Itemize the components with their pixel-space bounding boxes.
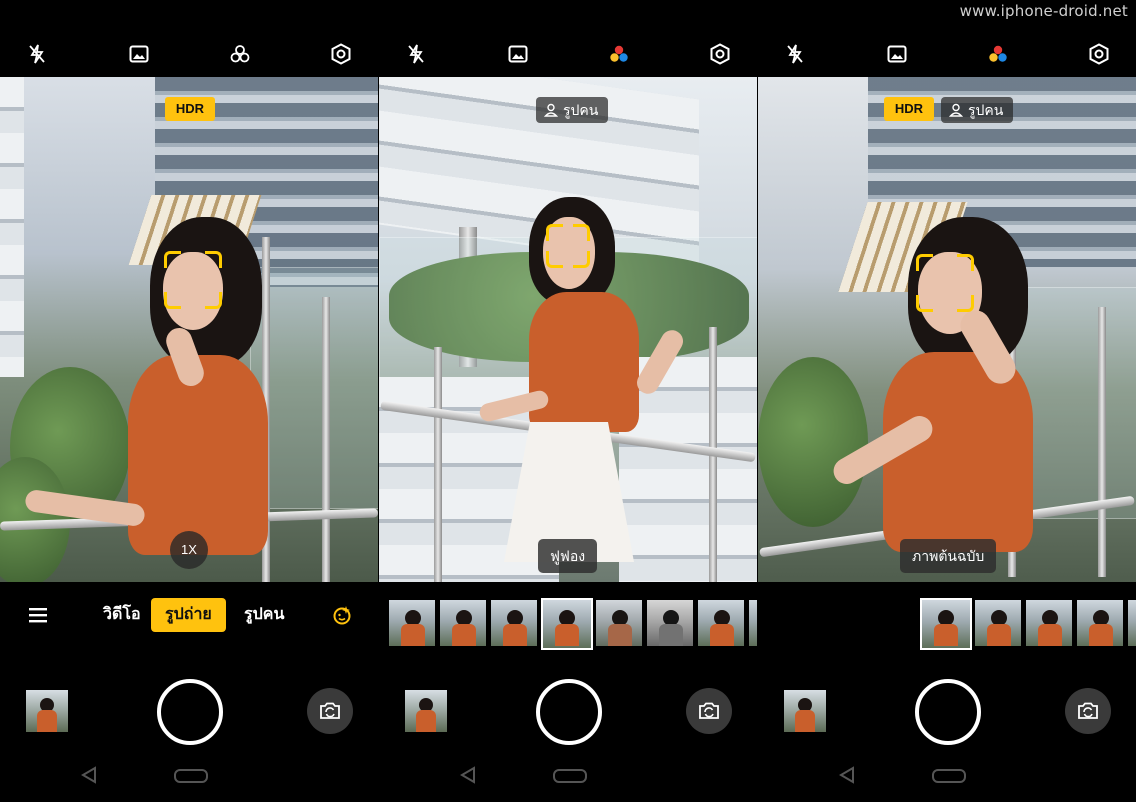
- settings-ring-icon[interactable]: [1081, 36, 1117, 72]
- image-icon[interactable]: [500, 36, 536, 72]
- filter-strip[interactable]: [379, 598, 757, 650]
- filter-thumb[interactable]: [1128, 600, 1136, 646]
- flash-off-icon[interactable]: [19, 36, 55, 72]
- filter-thumb[interactable]: [596, 600, 642, 646]
- hdr-badge[interactable]: HDR: [884, 97, 934, 121]
- back-triangle-icon[interactable]: [838, 766, 856, 784]
- building: [0, 77, 24, 377]
- beauty-camera-icon[interactable]: [332, 603, 352, 632]
- switch-camera-icon[interactable]: [307, 688, 353, 734]
- portrait-chip-label: รูปคน: [968, 102, 1004, 118]
- tree: [758, 357, 868, 527]
- filter-thumb[interactable]: [440, 600, 486, 646]
- image-icon[interactable]: [121, 36, 157, 72]
- filter-thumb-selected[interactable]: [920, 598, 972, 650]
- image-icon[interactable]: [879, 36, 915, 72]
- filter-thumb[interactable]: [1077, 600, 1123, 646]
- flash-off-icon[interactable]: [777, 36, 813, 72]
- shutter-button[interactable]: [915, 679, 981, 745]
- back-triangle-icon[interactable]: [80, 766, 98, 784]
- switch-camera-icon[interactable]: [1065, 688, 1111, 734]
- back-triangle-icon[interactable]: [459, 766, 477, 784]
- viewfinder[interactable]: รูปคน ฟูฟอง: [379, 77, 757, 582]
- camera-panel-portrait-filter: รูปคน ฟูฟอง: [379, 0, 757, 802]
- person-shirt: [529, 292, 639, 432]
- rail-post: [434, 347, 442, 582]
- filter-name-label: ภาพต้นฉบับ: [900, 539, 997, 573]
- settings-ring-icon[interactable]: [702, 36, 738, 72]
- filter-circles-icon[interactable]: [601, 36, 637, 72]
- filter-thumb[interactable]: [389, 600, 435, 646]
- person-shirt: [128, 355, 268, 555]
- rail-post: [322, 297, 330, 582]
- hamburger-menu-icon[interactable]: [28, 606, 48, 629]
- viewfinder[interactable]: HDR รูปคน ภาพต้นฉบับ: [758, 77, 1136, 582]
- filter-circles-icon[interactable]: [980, 36, 1016, 72]
- filter-thumb[interactable]: [749, 600, 757, 646]
- viewfinder[interactable]: HDR 1X: [0, 77, 378, 582]
- home-pill-icon[interactable]: [553, 769, 587, 783]
- hdr-badge[interactable]: HDR: [165, 97, 215, 121]
- settings-ring-icon[interactable]: [323, 36, 359, 72]
- gallery-thumbnail[interactable]: [405, 690, 447, 732]
- mode-photo[interactable]: รูปถ่าย: [151, 598, 226, 632]
- filter-name-label: ฟูฟอง: [538, 539, 598, 573]
- mode-bar: วิดีโอ รูปถ่าย รูปคน: [0, 598, 378, 632]
- portrait-chip-label: รูปคน: [563, 102, 599, 118]
- face-focus-frame: [546, 224, 590, 268]
- face-focus-frame: [164, 251, 222, 309]
- flash-off-icon[interactable]: [398, 36, 434, 72]
- top-toolbar: [758, 36, 1136, 72]
- shutter-button[interactable]: [536, 679, 602, 745]
- person-icon: [949, 103, 963, 117]
- filter-thumb[interactable]: [647, 600, 693, 646]
- home-pill-icon[interactable]: [932, 769, 966, 783]
- filter-thumb-selected[interactable]: [541, 598, 593, 650]
- switch-camera-icon[interactable]: [686, 688, 732, 734]
- camera-panel-original-filter: HDR รูปคน ภาพต้นฉบับ: [758, 0, 1136, 802]
- gallery-thumbnail[interactable]: [26, 690, 68, 732]
- filter-strip[interactable]: [758, 598, 1136, 650]
- filter-thumb[interactable]: [698, 600, 744, 646]
- filter-circles-icon[interactable]: [222, 36, 258, 72]
- rail-post: [1098, 307, 1106, 577]
- filter-thumb[interactable]: [1026, 600, 1072, 646]
- top-toolbar: [379, 36, 757, 72]
- top-toolbar: [0, 36, 378, 72]
- face-focus-frame: [916, 254, 974, 312]
- portrait-chip[interactable]: รูปคน: [941, 97, 1014, 123]
- gallery-thumbnail[interactable]: [784, 690, 826, 732]
- zoom-button[interactable]: 1X: [170, 531, 208, 569]
- shutter-button[interactable]: [157, 679, 223, 745]
- filter-thumb[interactable]: [975, 600, 1021, 646]
- mode-portrait[interactable]: รูปคน: [244, 598, 284, 632]
- camera-panel-photo: HDR 1X วิดีโอ รูปถ่าย รูปคน: [0, 0, 378, 802]
- home-pill-icon[interactable]: [174, 769, 208, 783]
- person-icon: [544, 103, 558, 117]
- portrait-chip[interactable]: รูปคน: [536, 97, 609, 123]
- filter-thumb[interactable]: [491, 600, 537, 646]
- mode-video[interactable]: วิดีโอ: [103, 598, 141, 632]
